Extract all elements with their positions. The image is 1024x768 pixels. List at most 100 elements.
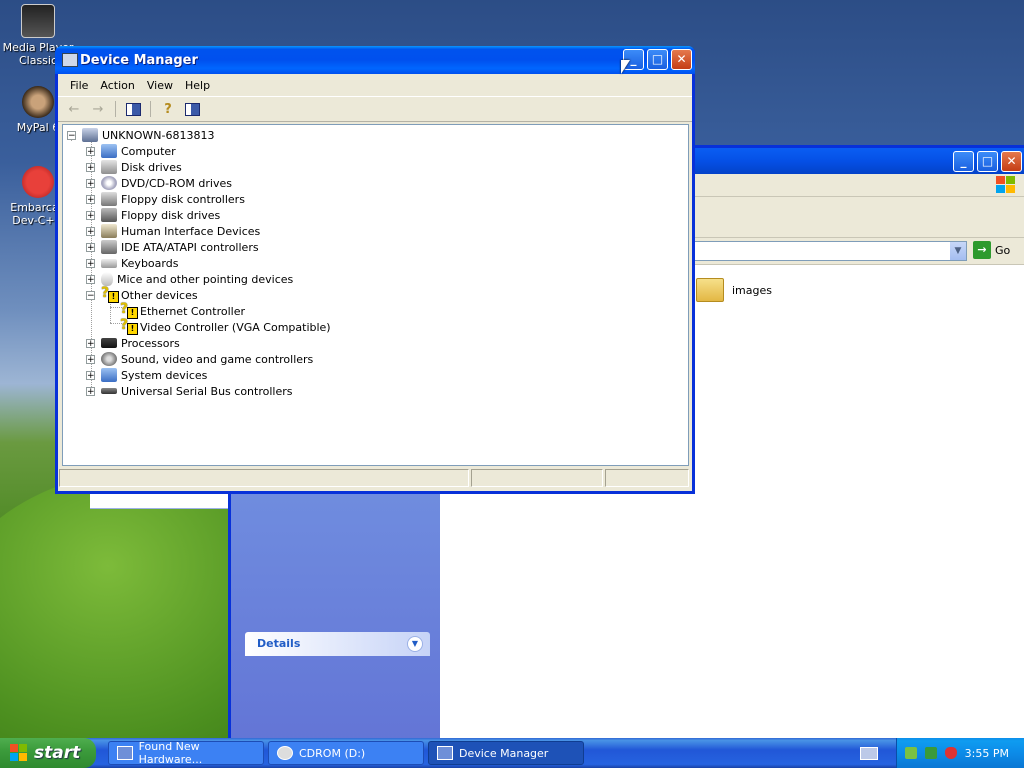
keyboard-language-icon[interactable] xyxy=(860,747,878,760)
media-player-classic-icon xyxy=(21,4,55,38)
computer-category-icon xyxy=(101,144,117,158)
explorer-minimize-button[interactable]: _ xyxy=(953,151,974,172)
file-item-images[interactable]: images xyxy=(696,278,772,302)
expand-icon[interactable]: + xyxy=(86,194,95,204)
desktop: Media Player Classic MyPal 6 Embarcad De… xyxy=(0,0,1024,738)
tree-item-usb[interactable]: + Universal Serial Bus controllers xyxy=(86,383,292,399)
tree-item-label: Human Interface Devices xyxy=(121,224,261,238)
folder-icon xyxy=(696,278,724,302)
unknown-device-icon xyxy=(101,285,119,303)
tree-item-label: IDE ATA/ATAPI controllers xyxy=(121,240,259,254)
statusbar-pane xyxy=(605,469,689,487)
system-tray: 3:55 PM xyxy=(896,738,1024,768)
forward-arrow-icon[interactable]: → xyxy=(88,100,108,118)
tree-item-system-devices[interactable]: + System devices xyxy=(86,367,207,383)
processor-icon xyxy=(101,338,117,348)
taskbar-item-cdrom[interactable]: CDROM (D:) xyxy=(268,741,424,765)
menu-file[interactable]: File xyxy=(64,79,94,92)
show-hide-console-tree-icon[interactable] xyxy=(123,100,143,118)
menu-view[interactable]: View xyxy=(141,79,179,92)
tree-item-sound[interactable]: + Sound, video and game controllers xyxy=(86,351,313,367)
devcpp-icon xyxy=(22,166,54,198)
mypal-icon xyxy=(22,86,54,118)
tree-item-label: Processors xyxy=(121,336,180,350)
mouse-cursor-icon xyxy=(621,60,630,74)
tree-item-other-devices[interactable]: − Other devices xyxy=(86,285,198,303)
tree-item-label: Computer xyxy=(121,144,176,158)
expand-icon[interactable]: + xyxy=(86,354,95,364)
windows-logo-icon xyxy=(996,176,1016,194)
menu-action[interactable]: Action xyxy=(94,79,140,92)
taskbar-item-device-manager[interactable]: Device Manager xyxy=(428,741,584,765)
tree-root[interactable]: − UNKNOWN-6813813 xyxy=(67,127,214,143)
tree-item-label: Keyboards xyxy=(121,256,179,270)
network-icon[interactable] xyxy=(905,747,917,759)
go-label: Go xyxy=(995,243,1011,257)
device-manager-icon xyxy=(62,53,78,67)
scan-hardware-icon[interactable] xyxy=(182,100,202,118)
statusbar-pane xyxy=(59,469,469,487)
collapse-icon[interactable]: − xyxy=(86,290,95,300)
collapse-icon[interactable]: − xyxy=(67,130,76,140)
device-manager-window[interactable]: Device Manager _ □ ✕ File Action View He… xyxy=(55,46,695,494)
chevron-down-icon[interactable]: ▼ xyxy=(950,242,966,260)
tree-item-dvd-cdrom[interactable]: + DVD/CD-ROM drives xyxy=(86,175,232,191)
expand-icon[interactable]: + xyxy=(86,210,95,220)
usb-icon xyxy=(101,388,117,394)
chevron-down-icon[interactable]: ▼ xyxy=(407,636,423,652)
close-button[interactable]: ✕ xyxy=(671,49,692,70)
tree-item-mice[interactable]: + Mice and other pointing devices xyxy=(86,271,293,287)
go-button[interactable]: → Go xyxy=(973,241,1010,259)
tree-item-hid[interactable]: + Human Interface Devices xyxy=(86,223,260,239)
floppy-drive-icon xyxy=(101,208,117,222)
expand-icon[interactable]: + xyxy=(86,338,95,348)
device-manager-icon xyxy=(437,746,453,760)
security-shield-icon[interactable] xyxy=(945,747,957,759)
device-manager-titlebar[interactable]: Device Manager _ □ ✕ xyxy=(55,46,695,74)
address-input[interactable]: ▼ xyxy=(691,241,967,261)
explorer-maximize-button[interactable]: □ xyxy=(977,151,998,172)
hardware-wizard-icon xyxy=(117,746,133,760)
device-tree[interactable]: − UNKNOWN-6813813 + Computer + Disk driv… xyxy=(62,124,689,466)
computer-icon xyxy=(82,128,98,142)
maximize-button[interactable]: □ xyxy=(647,49,668,70)
expand-icon[interactable]: + xyxy=(86,370,95,380)
start-label: start xyxy=(34,743,81,763)
tree-item-computer[interactable]: + Computer xyxy=(86,143,176,159)
tray-app-icon[interactable] xyxy=(925,747,937,759)
statusbar-pane xyxy=(471,469,603,487)
expand-icon[interactable]: + xyxy=(86,162,95,172)
tree-item-ethernet-controller[interactable]: Ethernet Controller xyxy=(120,301,245,319)
tree-item-processors[interactable]: + Processors xyxy=(86,335,180,351)
tree-item-disk-drives[interactable]: + Disk drives xyxy=(86,159,182,175)
clock[interactable]: 3:55 PM xyxy=(965,747,1009,760)
expand-icon[interactable]: + xyxy=(86,226,95,236)
start-button[interactable]: start xyxy=(0,738,96,768)
expand-icon[interactable]: + xyxy=(86,242,95,252)
expand-icon[interactable]: + xyxy=(86,178,95,188)
tree-item-label: System devices xyxy=(121,368,208,382)
tree-item-label: Disk drives xyxy=(121,160,182,174)
tree-item-keyboards[interactable]: + Keyboards xyxy=(86,255,178,271)
tree-item-floppy-drives[interactable]: + Floppy disk drives xyxy=(86,207,220,223)
tree-item-ide[interactable]: + IDE ATA/ATAPI controllers xyxy=(86,239,259,255)
menu-help[interactable]: Help xyxy=(179,79,216,92)
ide-controller-icon xyxy=(101,240,117,254)
tree-item-video-controller[interactable]: Video Controller (VGA Compatible) xyxy=(120,317,331,335)
expand-icon[interactable]: + xyxy=(86,258,95,268)
system-device-icon xyxy=(101,368,117,382)
details-panel-header[interactable]: Details ▼ xyxy=(245,632,430,656)
window-title: Device Manager xyxy=(80,53,198,68)
file-label: images xyxy=(732,283,772,297)
expand-icon[interactable]: + xyxy=(86,146,95,156)
tree-item-floppy-controllers[interactable]: + Floppy disk controllers xyxy=(86,191,245,207)
menubar: File Action View Help xyxy=(58,74,692,97)
expand-icon[interactable]: + xyxy=(86,386,95,396)
explorer-close-button[interactable]: ✕ xyxy=(1001,151,1022,172)
back-arrow-icon[interactable]: ← xyxy=(64,100,84,118)
expand-icon[interactable]: + xyxy=(86,274,95,284)
properties-icon[interactable]: ? xyxy=(158,100,178,118)
background-panel xyxy=(90,494,228,509)
details-label: Details xyxy=(257,637,301,650)
taskbar-item-found-new-hardware[interactable]: Found New Hardware... xyxy=(108,740,264,766)
